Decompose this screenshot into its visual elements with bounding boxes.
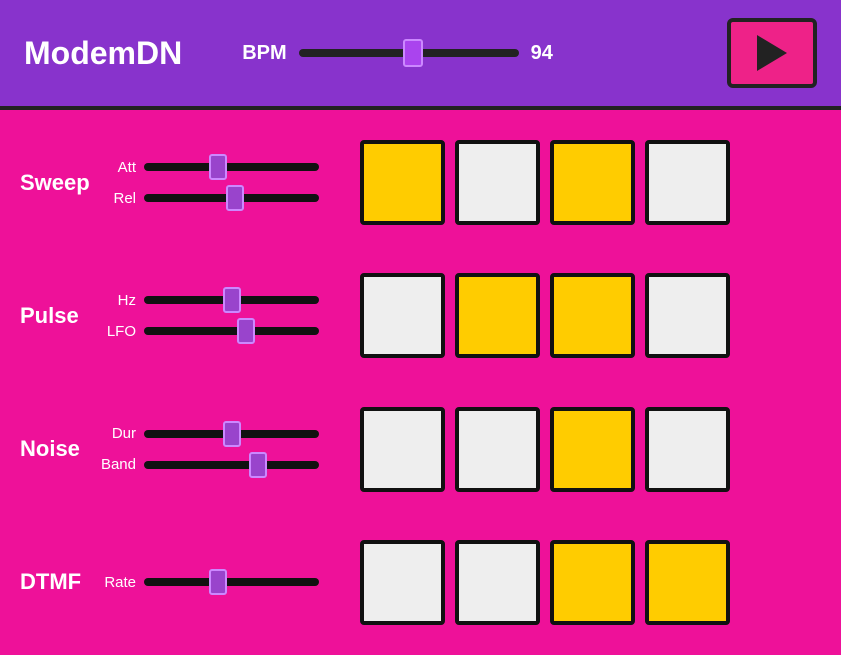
bpm-value: 94 [531,42,553,65]
button-grid-pulse [360,273,730,358]
grid-btn-sweep-2[interactable] [550,140,635,225]
sliders-noise: Dur Band [100,425,340,473]
synth-row-noise: NoiseDur Band [20,387,821,512]
bpm-slider[interactable] [299,49,519,57]
slider-track-sweep-1[interactable] [144,194,319,202]
button-grid-noise [360,407,730,492]
slider-thumb-sweep-0[interactable] [209,154,227,180]
grid-btn-noise-3[interactable] [645,407,730,492]
slider-thumb-noise-1[interactable] [249,452,267,478]
sliders-pulse: Hz LFO [100,292,340,340]
slider-row-sweep-0: Att [100,159,340,176]
slider-track-sweep-0[interactable] [144,163,319,171]
slider-row-noise-0: Dur [100,425,340,442]
play-button[interactable] [727,18,817,88]
slider-label-dtmf-0: Rate [100,574,136,591]
bpm-label: BPM [242,42,286,65]
slider-track-noise-0[interactable] [144,430,319,438]
button-grid-sweep [360,140,730,225]
slider-thumb-pulse-0[interactable] [223,287,241,313]
header: ModemDN BPM 94 [0,0,841,110]
grid-btn-pulse-1[interactable] [455,273,540,358]
slider-row-dtmf-0: Rate [100,574,340,591]
slider-label-noise-0: Dur [100,425,136,442]
slider-row-pulse-0: Hz [100,292,340,309]
slider-label-sweep-1: Rel [100,190,136,207]
button-grid-dtmf [360,540,730,625]
grid-btn-sweep-3[interactable] [645,140,730,225]
slider-label-pulse-1: LFO [100,323,136,340]
row-label-sweep: Sweep [20,170,100,196]
slider-row-sweep-1: Rel [100,190,340,207]
grid-btn-dtmf-2[interactable] [550,540,635,625]
slider-row-noise-1: Band [100,456,340,473]
app-title: ModemDN [24,35,182,72]
grid-btn-pulse-3[interactable] [645,273,730,358]
slider-thumb-pulse-1[interactable] [237,318,255,344]
synth-row-dtmf: DTMFRate [20,520,821,645]
grid-btn-dtmf-0[interactable] [360,540,445,625]
slider-track-pulse-0[interactable] [144,296,319,304]
main-panel: SweepAtt Rel PulseHz LFO NoiseDur Band DTMFRat… [0,110,841,655]
slider-label-sweep-0: Att [100,159,136,176]
row-label-noise: Noise [20,436,100,462]
grid-btn-pulse-0[interactable] [360,273,445,358]
bpm-section: BPM 94 [242,42,727,65]
slider-row-pulse-1: LFO [100,323,340,340]
slider-track-noise-1[interactable] [144,461,319,469]
play-icon [757,35,787,71]
sliders-dtmf: Rate [100,574,340,591]
slider-track-dtmf-0[interactable] [144,578,319,586]
synth-row-sweep: SweepAtt Rel [20,120,821,245]
grid-btn-dtmf-1[interactable] [455,540,540,625]
grid-btn-noise-1[interactable] [455,407,540,492]
row-label-dtmf: DTMF [20,569,100,595]
grid-btn-noise-0[interactable] [360,407,445,492]
grid-btn-pulse-2[interactable] [550,273,635,358]
slider-label-pulse-0: Hz [100,292,136,309]
slider-label-noise-1: Band [100,456,136,473]
slider-thumb-dtmf-0[interactable] [209,569,227,595]
grid-btn-noise-2[interactable] [550,407,635,492]
grid-btn-dtmf-3[interactable] [645,540,730,625]
bpm-slider-thumb[interactable] [403,39,423,67]
synth-row-pulse: PulseHz LFO [20,253,821,378]
sliders-sweep: Att Rel [100,159,340,207]
grid-btn-sweep-0[interactable] [360,140,445,225]
grid-btn-sweep-1[interactable] [455,140,540,225]
slider-track-pulse-1[interactable] [144,327,319,335]
slider-thumb-sweep-1[interactable] [226,185,244,211]
row-label-pulse: Pulse [20,303,100,329]
slider-thumb-noise-0[interactable] [223,421,241,447]
